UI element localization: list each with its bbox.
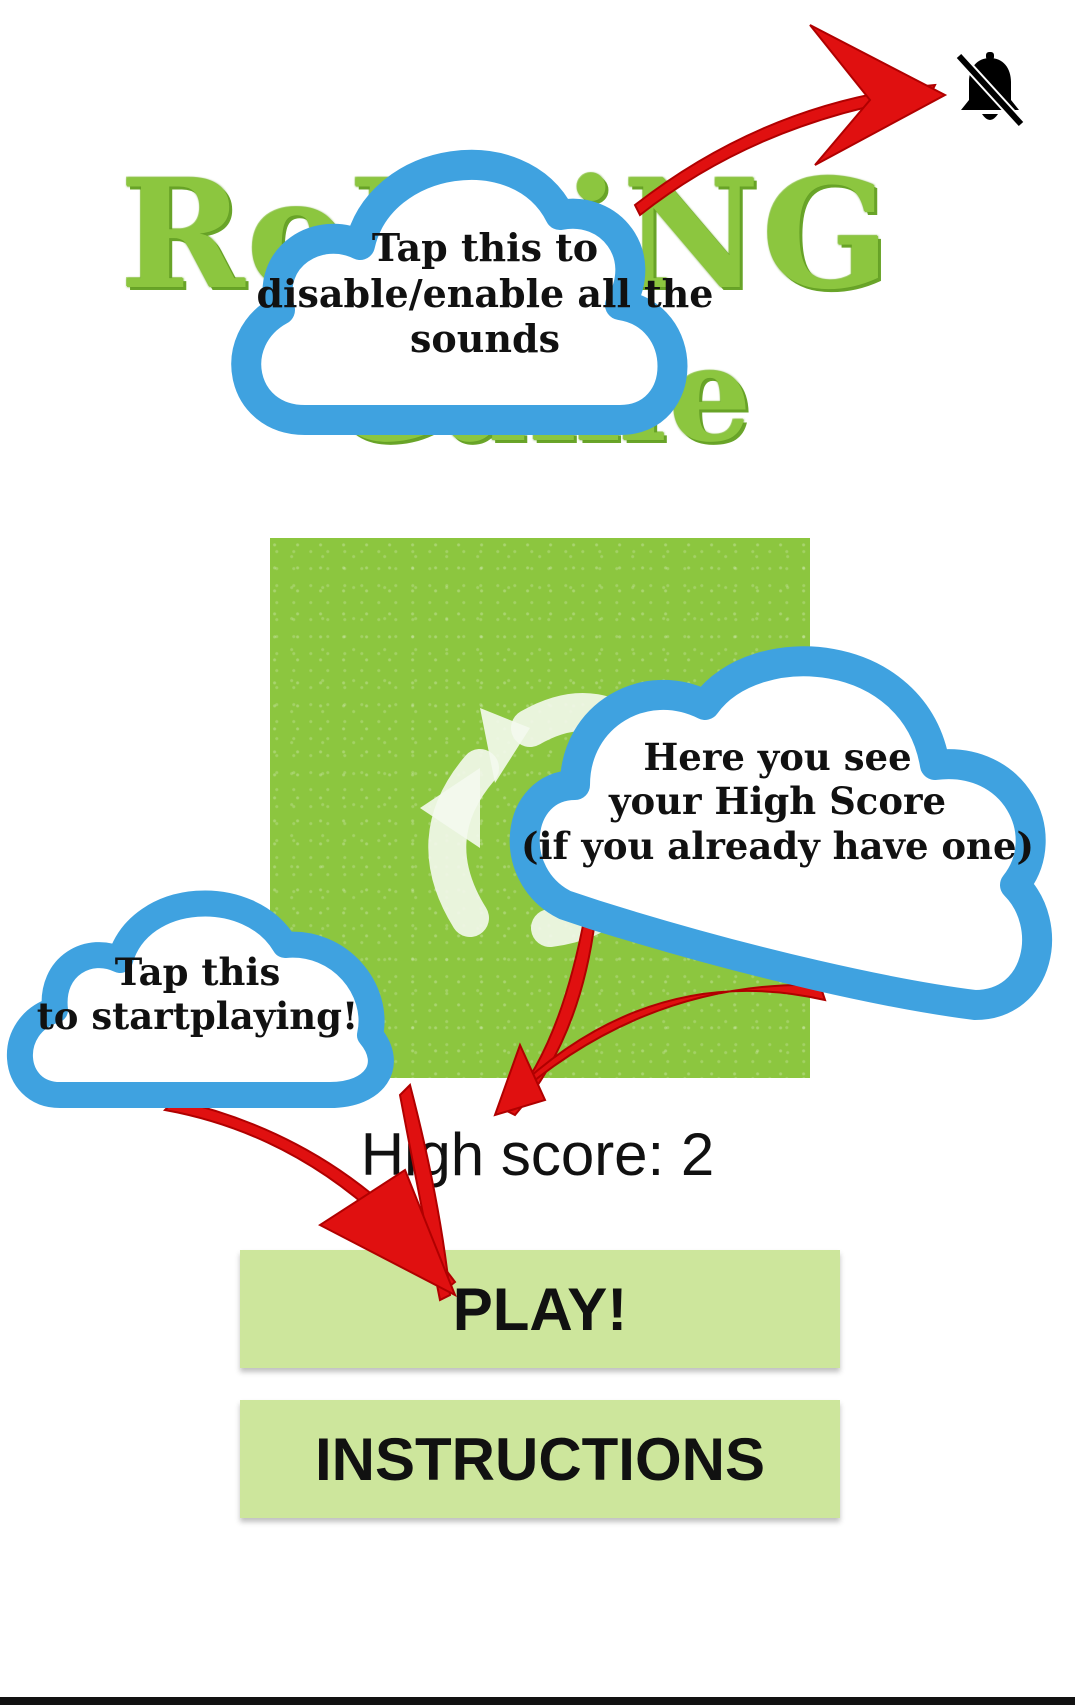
high-score-label: High score: 2 — [360, 1121, 715, 1188]
bottom-edge-bar — [0, 1697, 1075, 1705]
play-button[interactable]: PLAY! — [240, 1250, 840, 1368]
score-tip-line3: (if you already have one) — [520, 823, 1035, 868]
bell-off-icon[interactable] — [955, 50, 1025, 130]
score-tip-line1: Here you see — [643, 735, 912, 779]
sound-tip-line1: Tap this to — [371, 225, 599, 270]
sound-tip-line3: sounds — [410, 316, 560, 362]
score-tip-line2: your High Score — [608, 779, 947, 824]
instructions-button[interactable]: INSTRUCTIONS — [240, 1400, 840, 1518]
sound-tip-cloud: Tap this to disable/enable all the sound… — [220, 115, 750, 455]
play-tip-line2: to startplaying! — [36, 994, 359, 1039]
play-tip-cloud: Tap this to startplaying! — [0, 870, 395, 1120]
play-tip-line1: Tap this — [114, 950, 281, 994]
score-tip-cloud: Here you see your High Score (if you alr… — [495, 635, 1060, 1055]
sound-tip-line2: disable/enable all the — [256, 270, 714, 316]
